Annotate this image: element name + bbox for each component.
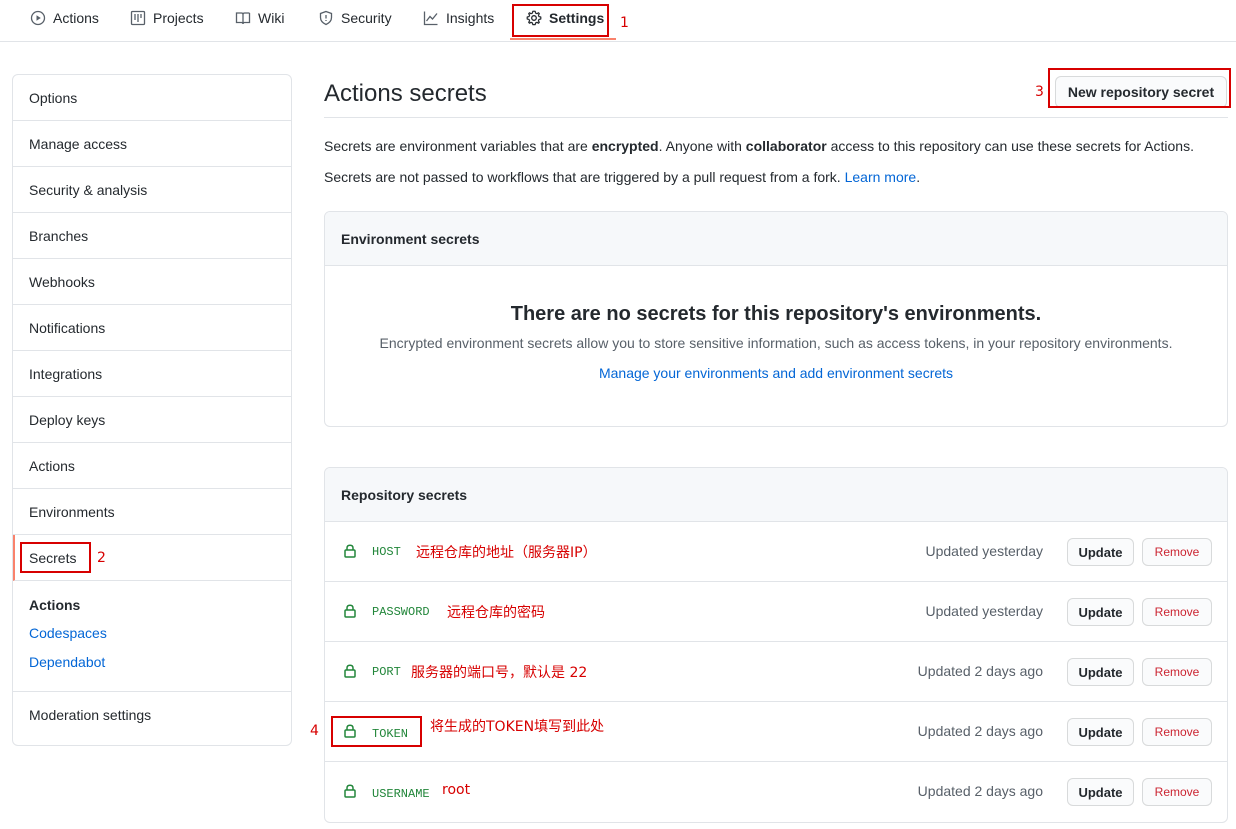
tab-projects-label: Projects [153, 10, 204, 26]
repo-nav: Actions Projects Wiki Security Insights … [0, 0, 1236, 42]
secret-row-username: USERNAME root Updated 2 days ago Update … [325, 762, 1227, 822]
update-button[interactable]: Update [1067, 658, 1134, 686]
environment-secrets-blankslate: There are no secrets for this repository… [325, 303, 1227, 381]
tab-wiki-label: Wiki [258, 10, 285, 26]
sidebar-item-manage-access[interactable]: Manage access [13, 121, 291, 167]
tab-actions[interactable]: Actions [30, 0, 99, 36]
tab-security[interactable]: Security [318, 0, 392, 36]
annotation-number-2: 2 [97, 550, 106, 566]
project-board-icon [130, 10, 146, 26]
sidebar-item-deploy-keys[interactable]: Deploy keys [13, 397, 291, 443]
secret-row-port: PORT 服务器的端口号，默认是 22 Updated 2 days ago U… [325, 642, 1227, 702]
sidebar-item-moderation-settings[interactable]: Moderation settings [13, 692, 291, 738]
remove-button[interactable]: Remove [1142, 658, 1212, 686]
secret-updated: Updated yesterday [925, 543, 1043, 559]
remove-button[interactable]: Remove [1142, 718, 1212, 746]
sidebar-item-webhooks[interactable]: Webhooks [13, 259, 291, 305]
update-button[interactable]: Update [1067, 778, 1134, 806]
secret-row-host: HOST 远程仓库的地址（服务器IP） Updated yesterday Up… [325, 522, 1227, 582]
sidebar-item-security-analysis[interactable]: Security & analysis [13, 167, 291, 213]
environment-secrets-header: Environment secrets [325, 212, 1227, 266]
lock-icon [344, 604, 356, 618]
annotation-box-token [331, 716, 422, 747]
description-fork: Secrets are not passed to workflows that… [324, 169, 921, 185]
secret-name: PASSWORD [372, 605, 430, 619]
tab-wiki[interactable]: Wiki [235, 0, 284, 36]
sidebar-item-options[interactable]: Options [13, 75, 291, 121]
tab-insights-label: Insights [446, 10, 495, 26]
secret-row-password: PASSWORD 远程仓库的密码 Updated yesterday Updat… [325, 582, 1227, 642]
secret-note: 远程仓库的密码 [447, 605, 545, 621]
book-icon [235, 12, 251, 25]
settings-sidebar: Options Manage access Security & analysi… [12, 74, 292, 746]
tab-projects[interactable]: Projects [130, 0, 204, 36]
tab-security-label: Security [341, 10, 392, 26]
annotation-number-3: 3 [1035, 84, 1044, 100]
learn-more-link[interactable]: Learn more [845, 169, 917, 185]
secret-updated: Updated 2 days ago [917, 783, 1043, 799]
manage-environments-link[interactable]: Manage your environments and add environ… [599, 365, 953, 381]
lock-icon [344, 784, 356, 798]
blankslate-description: Encrypted environment secrets allow you … [379, 335, 1173, 351]
active-tab-underline [510, 38, 616, 40]
annotation-number-1: 1 [620, 15, 629, 31]
update-button[interactable]: Update [1067, 598, 1134, 626]
shield-icon [319, 10, 333, 26]
remove-button[interactable]: Remove [1142, 778, 1212, 806]
secret-updated: Updated 2 days ago [917, 723, 1043, 739]
sidebar-item-integrations[interactable]: Integrations [13, 351, 291, 397]
secret-note: 服务器的端口号，默认是 22 [411, 665, 588, 681]
tab-actions-label: Actions [53, 10, 99, 26]
lock-icon [344, 664, 356, 678]
remove-button[interactable]: Remove [1142, 598, 1212, 626]
update-button[interactable]: Update [1067, 718, 1134, 746]
description-encrypted: Secrets are environment variables that a… [324, 138, 1194, 154]
sidebar-link-dependabot[interactable]: Dependabot [29, 652, 275, 681]
repository-secrets-box: Repository secrets HOST 远程仓库的地址（服务器IP） U… [324, 467, 1228, 823]
remove-button[interactable]: Remove [1142, 538, 1212, 566]
sidebar-link-codespaces[interactable]: Codespaces [29, 623, 275, 652]
sidebar-item-notifications[interactable]: Notifications [13, 305, 291, 351]
secret-note: root [442, 782, 471, 798]
secret-name: USERNAME [372, 787, 430, 801]
sidebar-item-actions[interactable]: Actions [13, 443, 291, 489]
secret-updated: Updated yesterday [925, 603, 1043, 619]
secret-note: 将生成的TOKEN填写到此处 [430, 719, 605, 735]
sidebar-secrets-group: Actions Codespaces Dependabot [13, 581, 291, 692]
annotation-box-new-secret [1048, 68, 1231, 108]
update-button[interactable]: Update [1067, 538, 1134, 566]
sidebar-item-branches[interactable]: Branches [13, 213, 291, 259]
lock-icon [344, 544, 356, 558]
page-title: Actions secrets [324, 80, 487, 107]
environment-secrets-box: Environment secrets There are no secrets… [324, 211, 1228, 427]
repository-secrets-header: Repository secrets [325, 468, 1227, 522]
graph-icon [423, 11, 438, 26]
annotation-number-4: 4 [310, 723, 319, 739]
title-divider [324, 117, 1228, 118]
sidebar-group-title: Actions [29, 597, 81, 613]
secret-row-token: TOKEN 将生成的TOKEN填写到此处 Updated 2 days ago … [325, 702, 1227, 762]
tab-insights[interactable]: Insights [423, 0, 494, 36]
annotation-box-secrets [20, 542, 91, 573]
secret-name: PORT [372, 665, 401, 679]
blankslate-title: There are no secrets for this repository… [510, 303, 1042, 325]
secret-updated: Updated 2 days ago [917, 663, 1043, 679]
secret-name: HOST [372, 545, 401, 559]
secret-note: 远程仓库的地址（服务器IP） [416, 545, 597, 561]
play-circle-icon [30, 10, 46, 26]
annotation-box-settings [512, 4, 609, 37]
sidebar-item-environments[interactable]: Environments [13, 489, 291, 535]
